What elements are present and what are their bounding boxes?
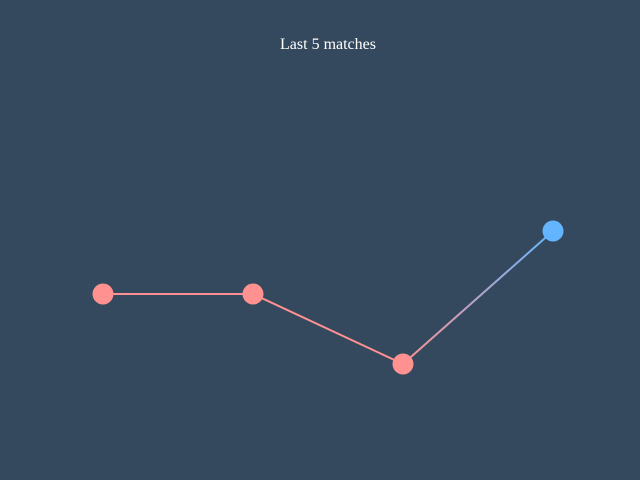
line-chart: Last 5 matches <box>92 36 564 375</box>
line-segment <box>252 293 404 365</box>
data-point[interactable] <box>392 353 414 375</box>
line-segment <box>402 230 554 365</box>
data-point-win[interactable] <box>542 220 564 242</box>
series-lines <box>103 230 554 365</box>
data-point[interactable] <box>242 283 264 305</box>
chart-container: Last 5 matches <box>0 0 640 480</box>
data-point[interactable] <box>92 283 114 305</box>
chart-title: Last 5 matches <box>280 36 376 53</box>
series-points <box>92 220 564 375</box>
